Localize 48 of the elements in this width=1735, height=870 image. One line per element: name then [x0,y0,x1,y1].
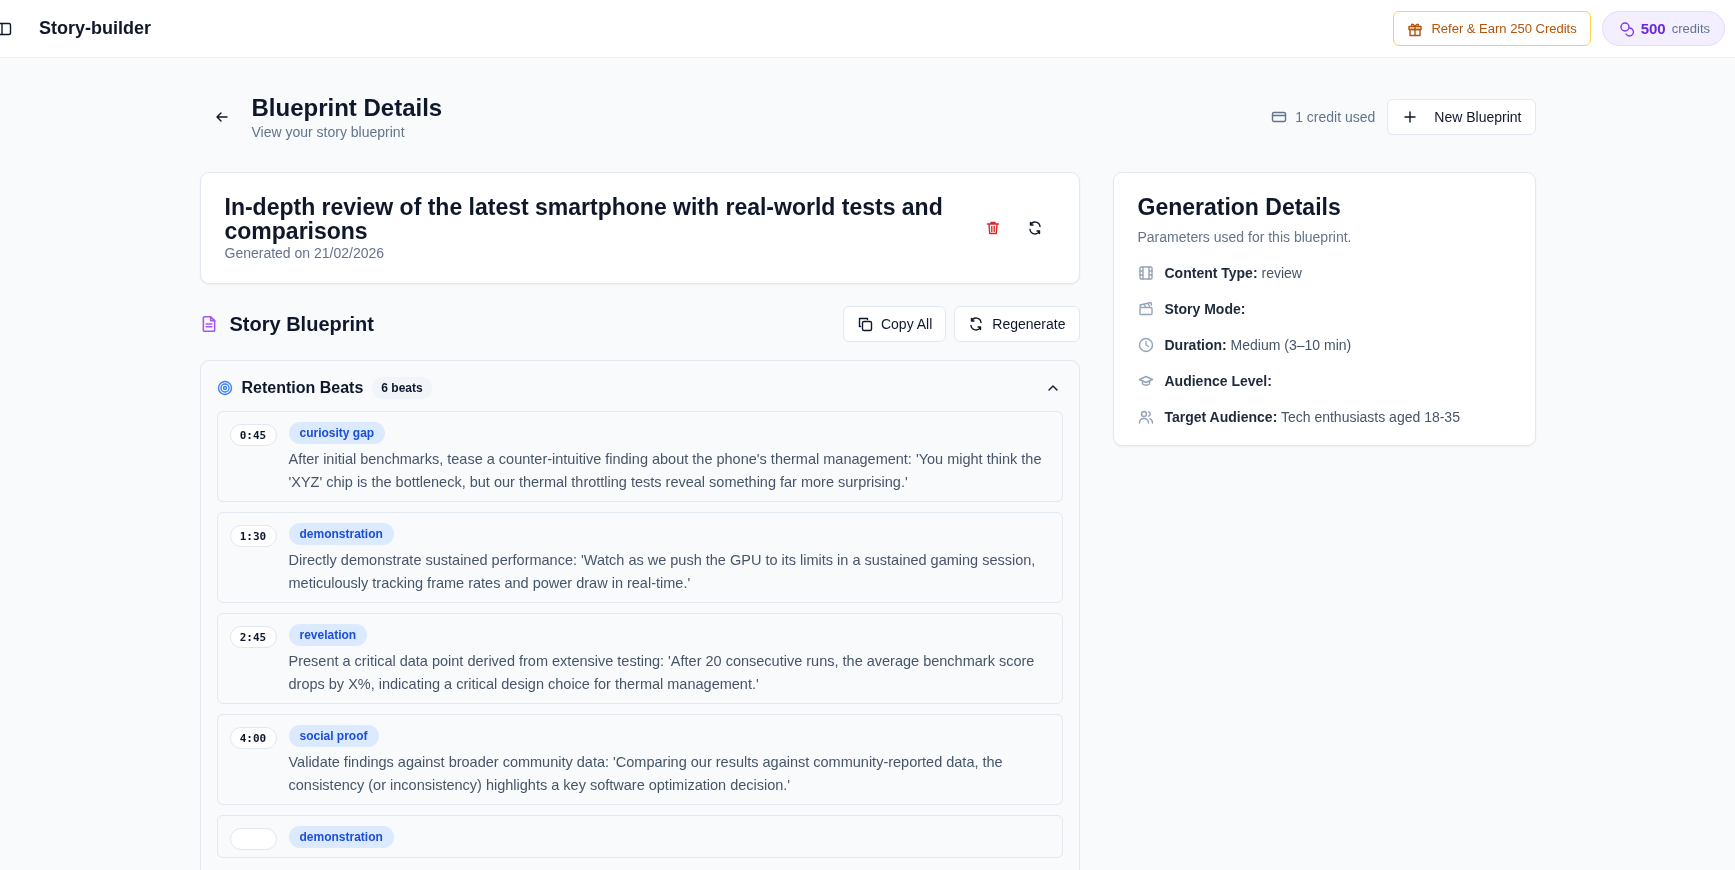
card-subtitle: Parameters used for this blueprint. [1137,229,1353,246]
detail-text: Target Audience: Tech enthusiasts aged 18-35 [1164,409,1460,426]
regenerate-button[interactable]: Regenerate [954,306,1080,343]
credits-label: credits [1671,21,1710,36]
plus-icon [1402,109,1419,125]
beat-description: Directly demonstrate sustained performance: 'Watch as we push the GPU to its limits in a sustained gaming session, meticulously tracking frame rates and power draw in real-time.' [288,551,1037,594]
app-name: Story-builder [39,18,151,39]
generated-date: Generated on 21/02/2026 [224,245,386,262]
copy-all-button[interactable]: Copy All [842,306,947,343]
detail-text: Audience Level: [1164,373,1272,390]
time-badge: 1:30 [229,525,277,548]
card-icon [1271,109,1288,125]
beat-description: After initial benchmarks, tease a counter-intuitive finding about the phone's thermal management: 'You might think the 'XYZ' chip is the bottleneck, but our thermal throttling tests reveal something far more surprising.' [288,450,1043,493]
beat-tag: curiosity gap [288,422,386,445]
clapperboard-icon [1137,301,1154,318]
page-title: Blueprint Details [251,94,443,122]
film-icon [1137,265,1154,282]
beat-description: Present a critical data point derived from extensive testing: 'After 20 consecutive runs, the average benchmark score drops by X%, indicating a critical design choice for thermal management.' [288,652,1036,695]
beats-count-badge: 6 beats [372,377,432,400]
blueprint-title: In-depth review of the latest smartphone with real-world tests and comparisons [224,195,944,244]
section-title: Story Blueprint [229,312,374,336]
users-icon [1137,409,1154,426]
beat-tag: demonstration [288,523,394,546]
delete-icon[interactable] [984,220,1001,237]
target-icon [216,380,233,397]
beat-description: Validate findings against broader community data: 'Comparing our results against community-reported data, the consistency (or inconsistency) highlights a key software optimization decision.' [288,753,1004,796]
coins-icon [1618,20,1635,37]
detail-text: Content Type: review [1164,265,1302,282]
beat-tag: social proof [288,725,379,748]
clock-icon [1137,337,1154,354]
new-blueprint-button[interactable]: New Blueprint [1387,99,1536,135]
credit-used-label: 1 credit used [1295,109,1376,125]
credits-amount: 500 [1640,20,1666,37]
detail-text: Duration: Medium (3–10 min) [1164,337,1352,354]
time-badge: 2:45 [229,626,277,649]
beat-tag: demonstration [288,826,394,849]
copy-icon [856,316,873,333]
page-subtitle: View your story blueprint [251,124,406,140]
refresh-icon [968,316,985,333]
time-badge: 0:45 [229,424,277,447]
time-badge: 4:00 [229,727,277,750]
refresh-icon[interactable] [1026,220,1043,237]
beat-tag: revelation [288,624,368,647]
card-title: Generation Details [1137,195,1342,220]
panel-title: Retention Beats [241,379,364,398]
refer-button[interactable]: Refer & Earn 250 Credits [1393,11,1591,46]
detail-text: Story Mode: [1164,301,1246,318]
sidebar-toggle-icon[interactable] [0,20,12,37]
